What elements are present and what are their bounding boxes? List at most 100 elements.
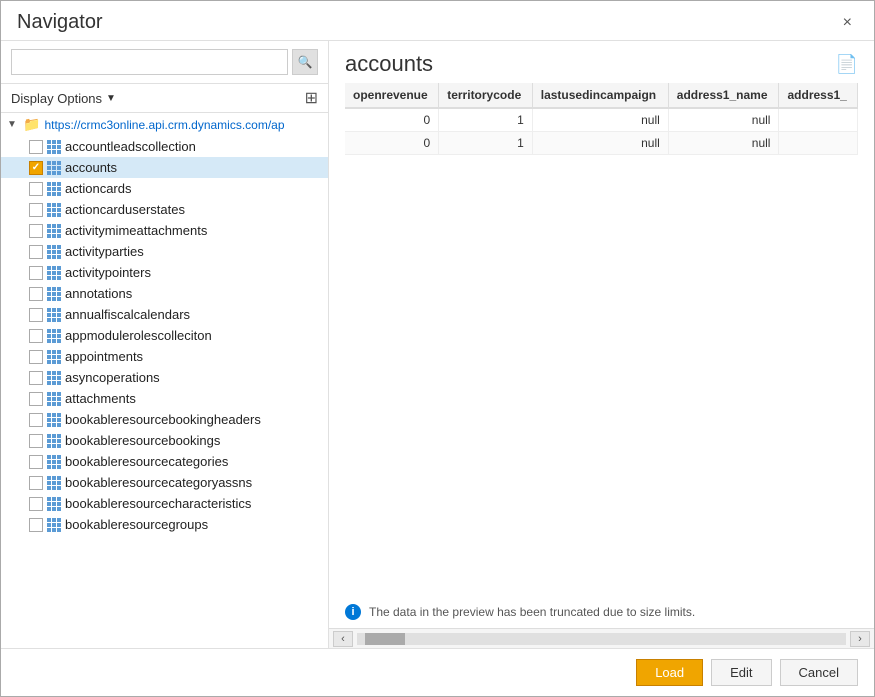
- tree-label-activitypointers: activitypointers: [65, 265, 151, 280]
- left-panel: 🔍 Display Options ▼ ⊞ ▼ 📁 https: [1, 41, 329, 648]
- display-options-button[interactable]: Display Options ▼: [11, 91, 116, 106]
- search-button[interactable]: 🔍: [292, 49, 318, 75]
- cell-0-3: null: [668, 108, 779, 132]
- col-header-territorycode: territorycode: [439, 83, 533, 108]
- tree-item-annualfiscalcalendars[interactable]: annualfiscalcalendars: [1, 304, 328, 325]
- checkbox-appointments[interactable]: [29, 350, 43, 364]
- tree-item-bookableresourcecategories[interactable]: bookableresourcecategories: [1, 451, 328, 472]
- cell-0-1: 1: [439, 108, 533, 132]
- root-label: https://crmc3online.api.crm.dynamics.com…: [44, 118, 284, 132]
- tree-root[interactable]: ▼ 📁 https://crmc3online.api.crm.dynamics…: [1, 113, 328, 136]
- table-icon-actioncards: [47, 182, 61, 196]
- checkbox-accountleadscollection[interactable]: [29, 140, 43, 154]
- edit-button[interactable]: Edit: [711, 659, 771, 686]
- bottom-scrollbar[interactable]: ‹ ›: [329, 628, 874, 648]
- checkbox-actioncarduserstates[interactable]: [29, 203, 43, 217]
- checkbox-activitymimeattachments[interactable]: [29, 224, 43, 238]
- tree-label-accounts: accounts: [65, 160, 117, 175]
- tree-item-activityparties[interactable]: activityparties: [1, 241, 328, 262]
- tree-item-accountleadscollection[interactable]: accountleadscollection: [1, 136, 328, 157]
- tree-label-bookableresourcecharacteristics: bookableresourcecharacteristics: [65, 496, 251, 511]
- preview-icon[interactable]: 📄: [836, 54, 858, 75]
- info-message: The data in the preview has been truncat…: [369, 605, 695, 619]
- tree-area[interactable]: ▼ 📁 https://crmc3online.api.crm.dynamics…: [1, 113, 328, 648]
- table-icon-accountleadscollection: [47, 140, 61, 154]
- cell-1-1: 1: [439, 132, 533, 155]
- tree-item-activitymimeattachments[interactable]: activitymimeattachments: [1, 220, 328, 241]
- table-body: 01nullnull01nullnull: [345, 108, 858, 155]
- tree-label-asyncoperations: asyncoperations: [65, 370, 160, 385]
- tree-item-appointments[interactable]: appointments: [1, 346, 328, 367]
- scroll-left-button[interactable]: ‹: [333, 631, 353, 647]
- toolbar-row: Display Options ▼ ⊞: [1, 84, 328, 113]
- tree-items-container: accountleadscollection accounts actioncard…: [1, 136, 328, 535]
- tree-label-actioncarduserstates: actioncarduserstates: [65, 202, 185, 217]
- tree-item-actioncards[interactable]: actioncards: [1, 178, 328, 199]
- table-icon-bookableresourcegroups: [47, 518, 61, 532]
- checkbox-actioncards[interactable]: [29, 182, 43, 196]
- scroll-right-button[interactable]: ›: [850, 631, 870, 647]
- cell-1-4: [779, 132, 858, 155]
- close-button[interactable]: ×: [837, 12, 858, 34]
- checkbox-bookableresourcecategoryassns[interactable]: [29, 476, 43, 490]
- checkbox-bookableresourcebookings[interactable]: [29, 434, 43, 448]
- tree-item-asyncoperations[interactable]: asyncoperations: [1, 367, 328, 388]
- dialog-body: 🔍 Display Options ▼ ⊞ ▼ 📁 https: [1, 41, 874, 648]
- grid-icon: ⊞: [305, 90, 318, 107]
- grid-view-button[interactable]: ⊞: [305, 88, 318, 108]
- cell-1-0: 0: [345, 132, 439, 155]
- search-icon: 🔍: [298, 55, 313, 69]
- info-icon: i: [345, 604, 361, 620]
- checkbox-accounts[interactable]: [29, 161, 43, 175]
- checkbox-bookableresourcecategories[interactable]: [29, 455, 43, 469]
- checkbox-annotations[interactable]: [29, 287, 43, 301]
- tree-label-appmodulerolescolleciton: appmodulerolescolleciton: [65, 328, 212, 343]
- tree-item-attachments[interactable]: attachments: [1, 388, 328, 409]
- checkbox-activityparties[interactable]: [29, 245, 43, 259]
- table-icon-bookableresourcecharacteristics: [47, 497, 61, 511]
- checkbox-annualfiscalcalendars[interactable]: [29, 308, 43, 322]
- table-icon-appointments: [47, 350, 61, 364]
- tree-item-bookableresourcebookingheaders[interactable]: bookableresourcebookingheaders: [1, 409, 328, 430]
- scroll-track[interactable]: [357, 633, 846, 645]
- search-input[interactable]: [11, 49, 288, 75]
- checkbox-activitypointers[interactable]: [29, 266, 43, 280]
- table-row-1: 01nullnull: [345, 132, 858, 155]
- checkbox-bookableresourcegroups[interactable]: [29, 518, 43, 532]
- table-icon-annualfiscalcalendars: [47, 308, 61, 322]
- tree-label-bookableresourcecategoryassns: bookableresourcecategoryassns: [65, 475, 252, 490]
- tree-item-bookableresourcecharacteristics[interactable]: bookableresourcecharacteristics: [1, 493, 328, 514]
- dialog-footer: Load Edit Cancel: [1, 648, 874, 696]
- table-row-0: 01nullnull: [345, 108, 858, 132]
- checkbox-appmodulerolescolleciton[interactable]: [29, 329, 43, 343]
- col-header-address1_name: address1_name: [668, 83, 779, 108]
- table-icon-attachments: [47, 392, 61, 406]
- table-icon-bookableresourcebookingheaders: [47, 413, 61, 427]
- tree-item-activitypointers[interactable]: activitypointers: [1, 262, 328, 283]
- data-table-container[interactable]: openrevenueterritorycodelastusedincampai…: [329, 83, 874, 596]
- table-icon-activitymimeattachments: [47, 224, 61, 238]
- tree-item-annotations[interactable]: annotations: [1, 283, 328, 304]
- tree-label-activitymimeattachments: activitymimeattachments: [65, 223, 207, 238]
- checkbox-attachments[interactable]: [29, 392, 43, 406]
- tree-item-bookableresourcegroups[interactable]: bookableresourcegroups: [1, 514, 328, 535]
- load-button[interactable]: Load: [636, 659, 703, 686]
- tree-label-bookableresourcebookings: bookableresourcebookings: [65, 433, 220, 448]
- tree-label-accountleadscollection: accountleadscollection: [65, 139, 196, 154]
- col-header-openrevenue: openrevenue: [345, 83, 439, 108]
- tree-item-accounts[interactable]: accounts: [1, 157, 328, 178]
- data-table: openrevenueterritorycodelastusedincampai…: [345, 83, 858, 155]
- tree-item-appmodulerolescolleciton[interactable]: appmodulerolescolleciton: [1, 325, 328, 346]
- scroll-thumb[interactable]: [365, 633, 405, 645]
- tree-item-bookableresourcecategoryassns[interactable]: bookableresourcecategoryassns: [1, 472, 328, 493]
- cancel-button[interactable]: Cancel: [780, 659, 858, 686]
- tree-item-bookableresourcebookings[interactable]: bookableresourcebookings: [1, 430, 328, 451]
- tree-label-appointments: appointments: [65, 349, 143, 364]
- checkbox-bookableresourcecharacteristics[interactable]: [29, 497, 43, 511]
- table-icon-activitypointers: [47, 266, 61, 280]
- checkbox-asyncoperations[interactable]: [29, 371, 43, 385]
- tree-item-actioncarduserstates[interactable]: actioncarduserstates: [1, 199, 328, 220]
- checkbox-bookableresourcebookingheaders[interactable]: [29, 413, 43, 427]
- col-header-lastusedincampaign: lastusedincampaign: [532, 83, 668, 108]
- tree-label-bookableresourcecategories: bookableresourcecategories: [65, 454, 228, 469]
